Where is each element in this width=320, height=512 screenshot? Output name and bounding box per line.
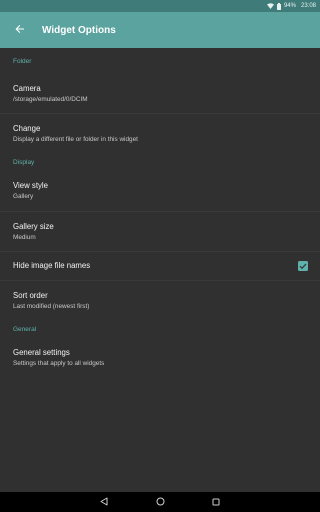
status-bar: 94% 23:08 [0, 0, 320, 12]
pref-title: View style [13, 180, 48, 190]
nav-home-button[interactable] [154, 496, 166, 508]
navigation-bar [0, 492, 320, 512]
circle-home-icon [156, 493, 165, 511]
pref-summary: Medium [13, 233, 36, 241]
nav-recents-button[interactable] [210, 496, 222, 508]
battery-icon [276, 2, 281, 10]
hide-file-names-checkbox[interactable] [298, 261, 308, 271]
pref-title: Change [13, 124, 41, 133]
triangle-back-icon [100, 493, 108, 511]
back-button[interactable] [0, 12, 40, 48]
pref-summary: /storage/emulated/0/DCIM [13, 95, 88, 103]
app-bar: Widget Options [0, 12, 320, 48]
pref-summary: Last modified (newest first) [13, 303, 90, 310]
pref-title: General settings [13, 348, 70, 357]
section-header-general: General [13, 325, 37, 333]
pref-summary: Settings that apply to all widgets [13, 360, 105, 367]
pref-camera[interactable]: Camera /storage/emulated/0/DCIM [0, 74, 320, 114]
nav-back-button[interactable] [98, 496, 110, 508]
pref-title: Gallery size [13, 221, 54, 231]
pref-change[interactable]: Change Display a different file or folde… [0, 114, 320, 154]
pref-hide-file-names[interactable]: Hide image file names [0, 252, 320, 281]
square-recents-icon [212, 493, 220, 511]
pref-title: Camera [13, 83, 41, 93]
pref-title: Hide image file names [13, 261, 91, 270]
section-header-display: Display [13, 158, 35, 166]
pref-sort-order[interactable]: Sort order Last modified (newest first) [0, 281, 320, 321]
pref-summary: Gallery [13, 192, 34, 200]
pref-general-settings[interactable]: General settings Settings that apply to … [0, 337, 320, 379]
battery-percentage: 94% [283, 3, 296, 9]
pref-summary: Display a different file or folder in th… [13, 136, 138, 143]
arrow-back-icon [15, 21, 25, 39]
section-header-folder: Folder [13, 57, 32, 65]
pref-gallery-size[interactable]: Gallery size Medium [0, 212, 320, 252]
page-title: Widget Options [42, 24, 116, 36]
pref-view-style[interactable]: View style Gallery [0, 170, 320, 212]
pref-title: Sort order [13, 291, 48, 300]
status-time: 23:08 [300, 3, 316, 9]
checkmark-icon [299, 257, 307, 275]
wifi-icon [266, 3, 274, 9]
preferences-list: Folder Camera /storage/emulated/0/DCIM C… [0, 48, 320, 492]
